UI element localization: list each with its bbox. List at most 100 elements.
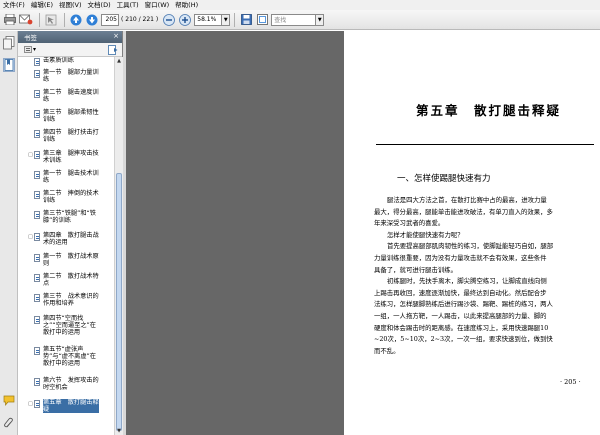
panel-title: 书签 [24, 34, 37, 42]
bookmark-item[interactable]: 第六节 发挥攻击的时空机会 [18, 377, 114, 391]
bookmark-item[interactable]: 第一节 散打战术原则 [18, 253, 114, 267]
bookmark-item[interactable]: □ 第四章 散打腿击战术的运用 [18, 232, 114, 246]
bookmark-item[interactable]: □ 第三章 腿摔攻击技术训练 [18, 150, 114, 164]
zoom-in-button[interactable] [178, 13, 192, 27]
bookmark-label: 第三节 腿部柔韧性训练 [43, 109, 99, 123]
email-icon [19, 14, 33, 25]
text-line: 一组，一人拖方靶，一人踢击，以此来提高腿部的力量、脚的 [374, 312, 547, 320]
expand-toggle-icon[interactable] [27, 91, 34, 103]
text-line: 腿法是四大方法之首，在散打比赛中占的最高，进攻力量 [387, 196, 547, 204]
expand-toggle-icon[interactable] [27, 255, 34, 267]
find-dropdown[interactable]: ▼ [316, 13, 325, 26]
expand-toggle-icon[interactable] [27, 212, 34, 224]
bookmark-item[interactable]: 第二节 散打战术特点 [18, 273, 114, 287]
menu-item[interactable]: 工具(T) [114, 0, 142, 10]
save-button[interactable] [239, 13, 253, 27]
text-line: 年来深受习武者的喜爱。 [374, 219, 445, 228]
bookmark-page-icon [34, 171, 40, 179]
expand-toggle-icon[interactable] [27, 111, 34, 123]
zoom-out-button[interactable] [162, 13, 176, 27]
bookmark-item[interactable]: 第二节 摔倒的技术训练 [18, 190, 114, 204]
scrollbar-thumb[interactable] [116, 173, 122, 431]
expand-toggle-icon[interactable] [27, 172, 34, 184]
menu-item[interactable]: 窗口(W) [142, 0, 173, 10]
navigation-rail [0, 31, 18, 435]
expand-toggle-icon[interactable] [27, 295, 34, 307]
bookmark-item[interactable]: 第二节 腿击速度训练 [18, 89, 114, 103]
text-line: 上踢击再收回，速度逐渐加快，最终达到自动化。然后配合步 [374, 288, 547, 297]
bookmark-page-icon [34, 233, 40, 241]
options-button[interactable]: ▾ [24, 45, 36, 54]
panel-toolbar: ▾ [18, 43, 122, 57]
bookmarks-panel-button[interactable] [3, 58, 15, 72]
menu-item[interactable]: 编辑(E) [28, 0, 56, 10]
menu-item[interactable]: 帮助(H) [172, 0, 201, 10]
bookmark-scrollbar[interactable]: ▲ ▼ [114, 57, 123, 435]
expand-toggle-icon[interactable] [27, 131, 34, 143]
text-line: 硬度和体会踢击时的距离感。在速度练习上，采用快速踢腿10 [374, 323, 549, 332]
bookmark-item[interactable]: 第三节 腿部柔韧性训练 [18, 109, 114, 123]
close-icon[interactable]: × [113, 32, 119, 40]
section-heading: 一、怎样使踢腿快速有力 [397, 174, 491, 184]
bookmark-label: 第一节 散打战术原则 [43, 253, 99, 267]
previous-page-button[interactable] [69, 13, 83, 27]
bookmark-page-icon [34, 254, 40, 262]
bookmark-item[interactable]: 第四节“空而找之”“空而逼至之”在散打中的运用 [18, 315, 114, 336]
bookmark-label: 第二节 摔倒的技术训练 [43, 190, 99, 204]
email-button[interactable] [19, 13, 33, 27]
fit-page-button[interactable] [255, 13, 269, 27]
expand-toggle-icon[interactable] [27, 317, 34, 336]
options-icon [24, 45, 32, 53]
page-count: ( 210 / 221 ) [121, 16, 159, 23]
bookmark-page-icon [34, 90, 40, 98]
bookmark-label: 第五章 散打腿击释疑 [43, 399, 99, 413]
attachments-panel-button[interactable] [3, 417, 15, 431]
zoom-level-input[interactable]: 58.1% [194, 13, 223, 26]
bookmark-item[interactable]: 第三节“铁腿”和“铁膝”的训练 [18, 210, 114, 224]
bookmark-item[interactable]: □ 第五章 散打腿击释疑 [18, 399, 114, 413]
bookmark-item[interactable]: 第三节 战术意识的作用和培养 [18, 293, 114, 307]
expand-toggle-icon[interactable] [27, 379, 34, 391]
menu-item[interactable]: 文件(F) [0, 0, 28, 10]
expand-toggle-icon[interactable]: □ [27, 234, 34, 246]
text-line: 怎样才能使腿快速有力呢？ [387, 230, 464, 239]
select-tool-button[interactable] [44, 13, 58, 27]
menu-item[interactable]: 视图(V) [56, 0, 85, 10]
panel-header: 书签 × [18, 31, 122, 43]
fit-page-icon [256, 14, 268, 25]
bookmark-item[interactable]: 击素质训练 [18, 57, 114, 66]
find-input[interactable]: 查找 [271, 13, 317, 26]
expand-toggle-icon[interactable]: □ [27, 152, 34, 164]
expand-toggle-icon[interactable]: □ [27, 401, 34, 413]
paperclip-icon [4, 417, 13, 428]
scroll-up-arrow[interactable]: ▲ [115, 57, 123, 65]
comments-panel-button[interactable] [3, 395, 15, 409]
print-button[interactable] [3, 13, 17, 27]
page-number-input[interactable]: 205 [101, 13, 119, 26]
expand-toggle-icon[interactable] [27, 71, 34, 83]
toolbar: 205 ( 210 / 221 ) 58.1% ▼ 查找 ▼ [0, 10, 600, 30]
bookmark-item[interactable]: 第一节 腿击技术训练 [18, 170, 114, 184]
scroll-down-arrow[interactable]: ▼ [115, 427, 123, 435]
bookmark-item[interactable]: 第一节 腿部力量训练 [18, 69, 114, 83]
arrow-down-icon [86, 14, 98, 25]
expand-bookmark-button[interactable] [108, 45, 118, 55]
bookmark-item[interactable]: 第五节“虚张声势”与“虚不离虚”在散打中的运用 [18, 346, 114, 367]
bookmark-item[interactable]: 第四节 腿打扶击打训练 [18, 129, 114, 143]
next-page-button[interactable] [85, 13, 99, 27]
expand-toggle-icon[interactable] [27, 192, 34, 204]
text-line: 初练腿时，先扶手离木，脚尖腾空练习，让脚成直线向侧 [387, 277, 547, 286]
comment-icon [3, 395, 15, 406]
document-viewer: 第五章 散打腿击释疑 一、怎样使踢腿快速有力 腿法是四大方法之首，在散打比赛中占… [126, 31, 600, 435]
expand-toggle-icon[interactable] [27, 348, 34, 367]
zoom-dropdown[interactable]: ▼ [222, 13, 231, 26]
bookmark-page-icon [34, 211, 40, 219]
bookmark-page-icon [34, 151, 40, 159]
bookmark-label: 击素质训练 [43, 57, 74, 64]
pages-panel-button[interactable] [3, 36, 15, 50]
menu-item[interactable]: 文档(D) [85, 0, 114, 10]
expand-toggle-icon[interactable] [27, 275, 34, 287]
expand-toggle-icon[interactable] [27, 59, 34, 66]
text-line: ~20次，5~10次，2~3次，一次一组，要求快速到位，做到快 [374, 335, 553, 344]
text-line: 而不乱。 [374, 346, 400, 355]
